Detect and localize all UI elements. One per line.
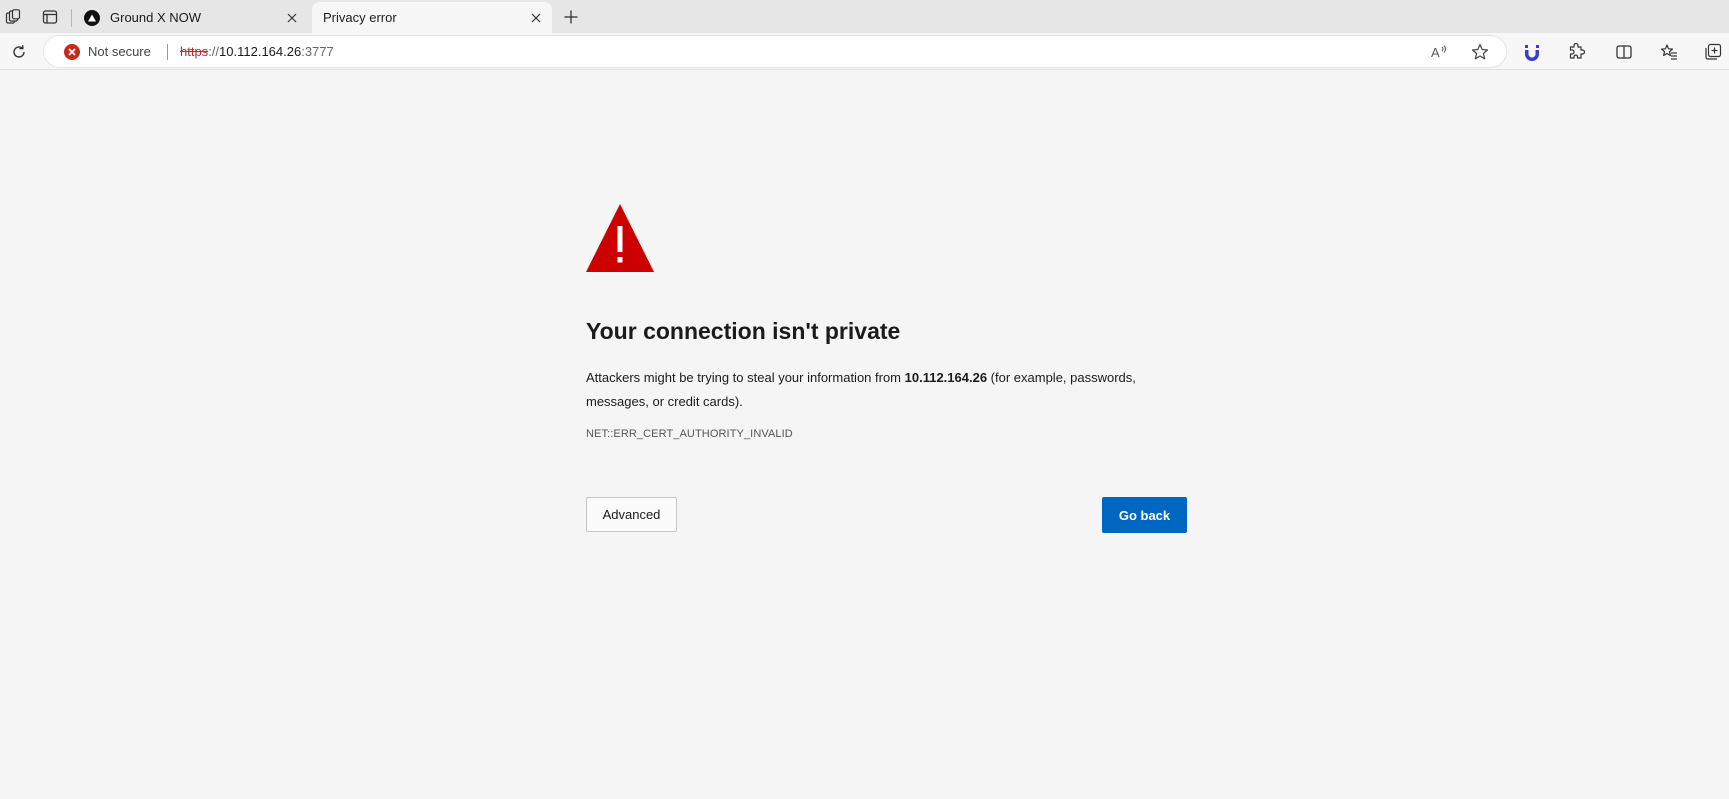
- favorite-star-icon[interactable]: [1468, 40, 1492, 64]
- read-aloud-icon[interactable]: A: [1428, 40, 1452, 64]
- tab-actions-icon[interactable]: [37, 4, 63, 30]
- address-bar[interactable]: Not secure https://10.112.164.26:3777 A: [44, 36, 1506, 67]
- tab-strip: Ground X NOW Privacy error: [0, 0, 1729, 33]
- url-separator: ://: [208, 44, 220, 59]
- security-status-label[interactable]: Not secure: [88, 44, 151, 59]
- extensions-icon[interactable]: [1562, 38, 1590, 66]
- browser-toolbar: Not secure https://10.112.164.26:3777 A: [0, 33, 1729, 70]
- warning-triangle-icon: [586, 204, 654, 272]
- address-divider: [167, 44, 168, 60]
- extension-u-icon[interactable]: [1518, 38, 1546, 66]
- url-host: 10.112.164.26: [219, 44, 302, 59]
- url-text[interactable]: https://10.112.164.26:3777: [180, 44, 334, 59]
- url-scheme: https: [180, 44, 209, 59]
- favorites-icon[interactable]: [1655, 38, 1683, 66]
- tab-label: Privacy error: [323, 10, 397, 25]
- description-prefix: Attackers might be trying to steal your …: [586, 370, 905, 385]
- split-screen-icon[interactable]: [1610, 38, 1638, 66]
- tab-privacy-error[interactable]: Privacy error: [312, 2, 552, 33]
- tab-ground-x-now[interactable]: Ground X NOW: [76, 2, 308, 33]
- error-description: Attackers might be trying to steal your …: [586, 366, 1186, 414]
- workspaces-icon[interactable]: [0, 4, 26, 30]
- url-port: :3777: [301, 44, 334, 59]
- ground-x-favicon-icon: [84, 9, 100, 26]
- description-host: 10.112.164.26: [904, 370, 988, 385]
- close-tab-icon[interactable]: [526, 8, 546, 28]
- close-tab-icon[interactable]: [282, 8, 302, 28]
- page-title: Your connection isn't private: [586, 318, 901, 344]
- advanced-button[interactable]: Advanced: [586, 497, 677, 532]
- new-tab-button[interactable]: [558, 4, 584, 30]
- svg-text:A: A: [1431, 45, 1440, 60]
- go-back-button[interactable]: Go back: [1102, 497, 1187, 533]
- tab-label: Ground X NOW: [110, 10, 202, 25]
- tab-divider: [71, 9, 72, 27]
- not-secure-icon[interactable]: [64, 44, 80, 60]
- error-code[interactable]: NET::ERR_CERT_AUTHORITY_INVALID: [586, 428, 793, 440]
- collections-icon[interactable]: [1699, 38, 1727, 66]
- refresh-icon[interactable]: [5, 38, 33, 66]
